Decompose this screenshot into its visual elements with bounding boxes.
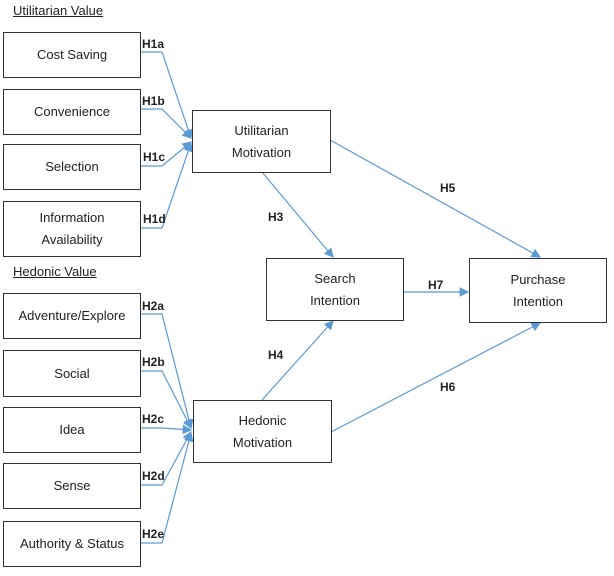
box-utilitarian-motivation: Utilitarian Motivation [192,110,331,173]
label-h2b: H2b [142,355,165,369]
utilitarian-value-heading: Utilitarian Value [13,3,104,18]
label-h6: H6 [440,380,456,394]
box-idea: Idea [3,407,141,453]
arrow-h2c [140,424,193,435]
arrow-h1b [140,108,192,139]
hedonic-value-heading: Hedonic Value [13,264,97,279]
box-search-intention: Search Intention [266,258,404,321]
box-hedonic-motivation: Hedonic Motivation [193,400,332,463]
label-h2e: H2e [142,527,165,541]
box-purchase-intention: Purchase Intention [469,258,607,323]
label-h3: H3 [268,210,284,224]
box-cost-saving: Cost Saving [3,32,141,78]
box-authority-status: Authority & Status [3,521,141,567]
label-h1c: H1c [143,150,166,164]
label-h1d: H1d [143,212,166,226]
label-h2c: H2c [142,412,165,426]
label-h4: H4 [268,348,284,362]
box-adventure-explore: Adventure/Explore [3,293,141,339]
box-convenience: Convenience [3,89,141,135]
label-h5: H5 [440,181,456,195]
label-h2d: H2d [142,469,165,483]
label-h1b: H1b [142,94,165,108]
arrow-h6 [330,322,542,433]
box-social: Social [3,350,141,397]
box-sense: Sense [3,463,141,509]
label-h7: H7 [428,278,444,292]
box-information-availability: Information Availability [3,201,141,257]
label-h1a: H1a [142,37,165,51]
label-h2a: H2a [142,299,165,313]
arrow-h5 [329,139,542,258]
research-model-diagram: Utilitarian Value Cost Saving Convenienc… [0,0,614,576]
box-selection: Selection [3,144,141,190]
